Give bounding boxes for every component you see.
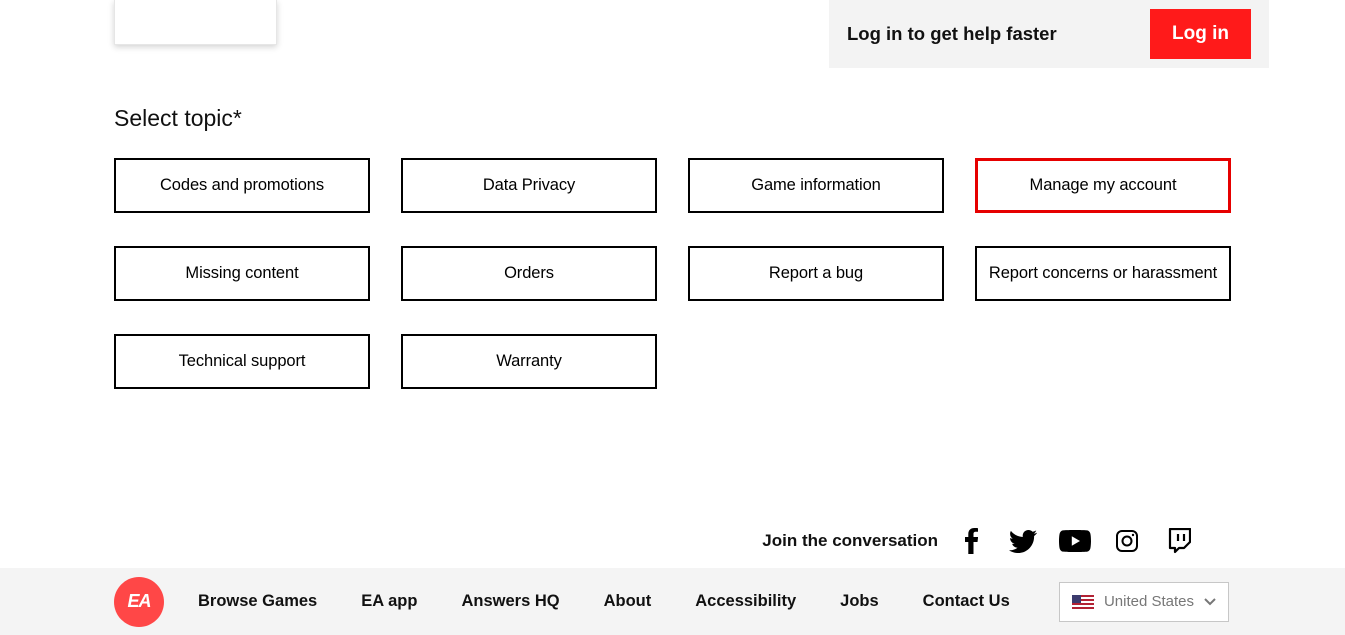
topic-button[interactable]: Warranty (401, 334, 657, 389)
login-text: Log in to get help faster (847, 23, 1057, 45)
conversation-label: Join the conversation (762, 531, 938, 551)
footer-link[interactable]: About (604, 592, 652, 611)
footer: EA Browse Games EA app Answers HQ About Acce… (0, 568, 1345, 635)
country-label: United States (1104, 593, 1194, 610)
topic-button[interactable]: Orders (401, 246, 657, 301)
footer-link[interactable]: Answers HQ (461, 592, 559, 611)
instagram-icon[interactable] (1106, 527, 1148, 555)
footer-link[interactable]: EA app (361, 592, 417, 611)
login-button[interactable]: Log in (1150, 9, 1251, 59)
topic-button[interactable]: Data Privacy (401, 158, 657, 213)
topic-button[interactable]: Report concerns or harassment (975, 246, 1231, 301)
footer-link[interactable]: Browse Games (198, 592, 317, 611)
youtube-icon[interactable] (1054, 527, 1096, 555)
topic-button[interactable]: Manage my account (975, 158, 1231, 213)
card-placeholder (114, 0, 277, 45)
country-selector[interactable]: United States (1059, 582, 1229, 622)
footer-link[interactable]: Jobs (840, 592, 879, 611)
topic-grid: Codes and promotions Data Privacy Game inf… (114, 158, 1231, 389)
twitch-icon[interactable] (1158, 527, 1200, 555)
facebook-icon[interactable] (950, 527, 992, 555)
footer-link[interactable]: Contact Us (923, 592, 1010, 611)
twitter-icon[interactable] (1002, 527, 1044, 555)
footer-link[interactable]: Accessibility (695, 592, 796, 611)
footer-links: Browse Games EA app Answers HQ About Accessi… (198, 592, 1010, 611)
chevron-down-icon (1204, 596, 1216, 608)
topic-button[interactable]: Report a bug (688, 246, 944, 301)
topic-button[interactable]: Codes and promotions (114, 158, 370, 213)
conversation-row: Join the conversation (762, 527, 1200, 555)
topic-button[interactable]: Missing content (114, 246, 370, 301)
topic-button[interactable]: Game information (688, 158, 944, 213)
topic-button[interactable]: Technical support (114, 334, 370, 389)
select-topic-heading: Select topic* (114, 105, 242, 132)
ea-logo[interactable]: EA (114, 577, 164, 627)
flag-us-icon (1072, 595, 1094, 609)
login-bar: Log in to get help faster Log in (829, 0, 1269, 68)
